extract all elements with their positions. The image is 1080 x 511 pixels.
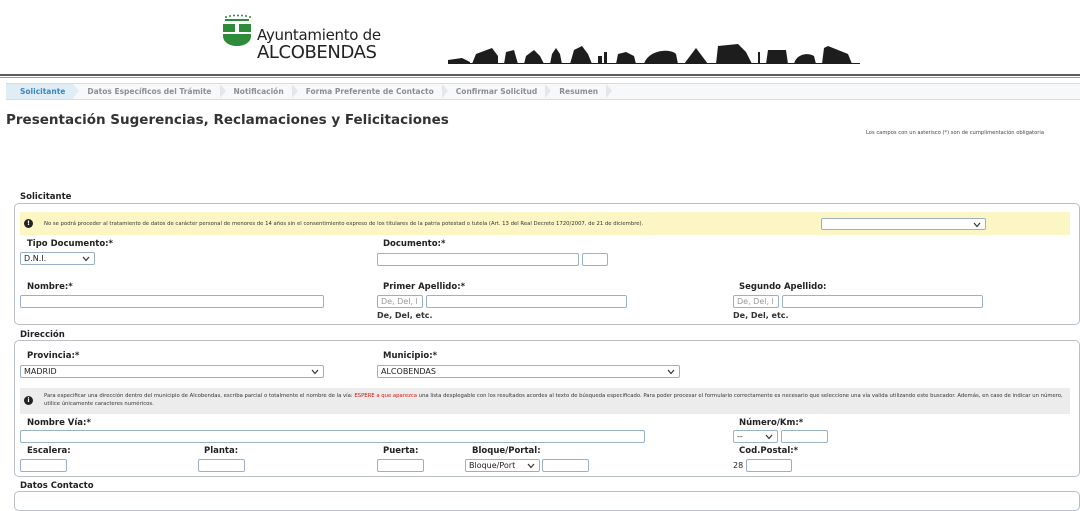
section-title-datos-contacto: Datos Contacto	[20, 481, 94, 491]
page-title: Presentación Sugerencias, Reclamaciones …	[6, 112, 449, 128]
section-title-direccion: Dirección	[20, 330, 65, 340]
alert-icon: !	[24, 219, 33, 228]
numero-type-value: --	[737, 432, 743, 441]
nombre-input[interactable]	[20, 295, 324, 308]
alcobendas-logo-icon	[223, 14, 251, 46]
primer-apellido-label: Primer Apellido:*	[383, 282, 466, 292]
tipo-documento-select[interactable]: D.N.I.	[20, 252, 95, 265]
step-solicitante[interactable]: Solicitante	[6, 84, 80, 99]
segundo-apellido-particle-input[interactable]: De, Del, l	[733, 295, 779, 308]
cod-postal-label: Cod.Postal:*	[739, 446, 799, 456]
bloque-portal-select[interactable]: Bloque/Port	[465, 459, 540, 472]
wizard-steps: Solicitante Datos Específicos del Trámit…	[6, 83, 1080, 100]
datos-contacto-fieldset	[14, 491, 1080, 511]
segundo-apellido-label: Segundo Apellido:	[739, 282, 827, 292]
chevron-down-icon	[311, 369, 319, 375]
step-notificacion[interactable]: Notificación	[220, 84, 298, 99]
chevron-down-icon	[82, 256, 90, 262]
primer-apellido-help: De, Del, etc.	[377, 311, 433, 320]
primer-apellido-input[interactable]	[426, 295, 627, 308]
header-divider	[0, 74, 1080, 76]
municipio-label: Municipio:*	[383, 351, 438, 361]
info-icon: i	[24, 396, 33, 405]
address-info-part1: Para especificar una dirección dentro de…	[44, 393, 355, 399]
city-skyline-icon	[448, 44, 860, 64]
escalera-label: Escalera:	[27, 446, 71, 456]
step-confirmar[interactable]: Confirmar Solicitud	[442, 84, 552, 99]
chevron-down-icon	[973, 222, 981, 228]
cod-postal-input[interactable]	[746, 459, 792, 472]
documento-letter-input[interactable]	[582, 253, 608, 266]
step-datos-especificos[interactable]: Datos Específicos del Trámite	[73, 84, 226, 99]
bloque-portal-label: Bloque/Portal:	[472, 446, 541, 456]
logo-text-line2: ALCOBENDAS	[257, 42, 377, 63]
planta-label: Planta:	[204, 446, 239, 456]
consent-select[interactable]	[821, 218, 986, 230]
provincia-value: MADRID	[24, 367, 57, 376]
nombre-via-input[interactable]	[20, 430, 645, 443]
required-fields-note: Los campos con un asterisco (*) son de c…	[866, 130, 1045, 136]
segundo-apellido-help: De, Del, etc.	[733, 311, 789, 320]
numero-type-select[interactable]: --	[733, 430, 778, 443]
address-info-highlight: ESPERE a que aparezca	[354, 393, 418, 399]
documento-label: Documento:*	[383, 239, 446, 249]
section-title-solicitante: Solicitante	[20, 192, 72, 202]
documento-input[interactable]	[377, 253, 579, 266]
segundo-apellido-input[interactable]	[782, 295, 983, 308]
chevron-down-icon	[765, 434, 773, 440]
address-info-text: Para especificar una dirección dentro de…	[44, 392, 1066, 408]
step-resumen[interactable]: Resumen	[545, 84, 613, 99]
minors-warning-text: No se podrá proceder al tratamiento de d…	[44, 221, 644, 227]
chevron-down-icon	[527, 463, 535, 469]
cod-postal-prefix: 28	[733, 461, 744, 470]
bloque-portal-value: Bloque/Port	[469, 461, 516, 470]
bloque-portal-input[interactable]	[542, 459, 589, 472]
escalera-input[interactable]	[20, 459, 67, 472]
chevron-down-icon	[667, 369, 675, 375]
puerta-label: Puerta:	[383, 446, 419, 456]
tipo-documento-value: D.N.I.	[24, 254, 47, 263]
puerta-input[interactable]	[377, 459, 424, 472]
step-forma-contacto[interactable]: Forma Preferente de Contacto	[292, 84, 448, 99]
nombre-label: Nombre:*	[27, 282, 73, 292]
municipio-select[interactable]: ALCOBENDAS	[377, 365, 680, 378]
numero-input[interactable]	[781, 430, 828, 443]
nombre-via-label: Nombre Vía:*	[27, 418, 91, 428]
provincia-select[interactable]: MADRID	[20, 365, 324, 378]
primer-apellido-particle-input[interactable]: De, Del, l	[377, 295, 423, 308]
planta-input[interactable]	[198, 459, 245, 472]
provincia-label: Provincia:*	[27, 351, 80, 361]
header-divider-thin	[0, 77, 1080, 78]
tipo-documento-label: Tipo Documento:*	[27, 239, 114, 249]
numero-label: Número/Km:*	[739, 418, 804, 428]
municipio-value: ALCOBENDAS	[381, 367, 436, 376]
